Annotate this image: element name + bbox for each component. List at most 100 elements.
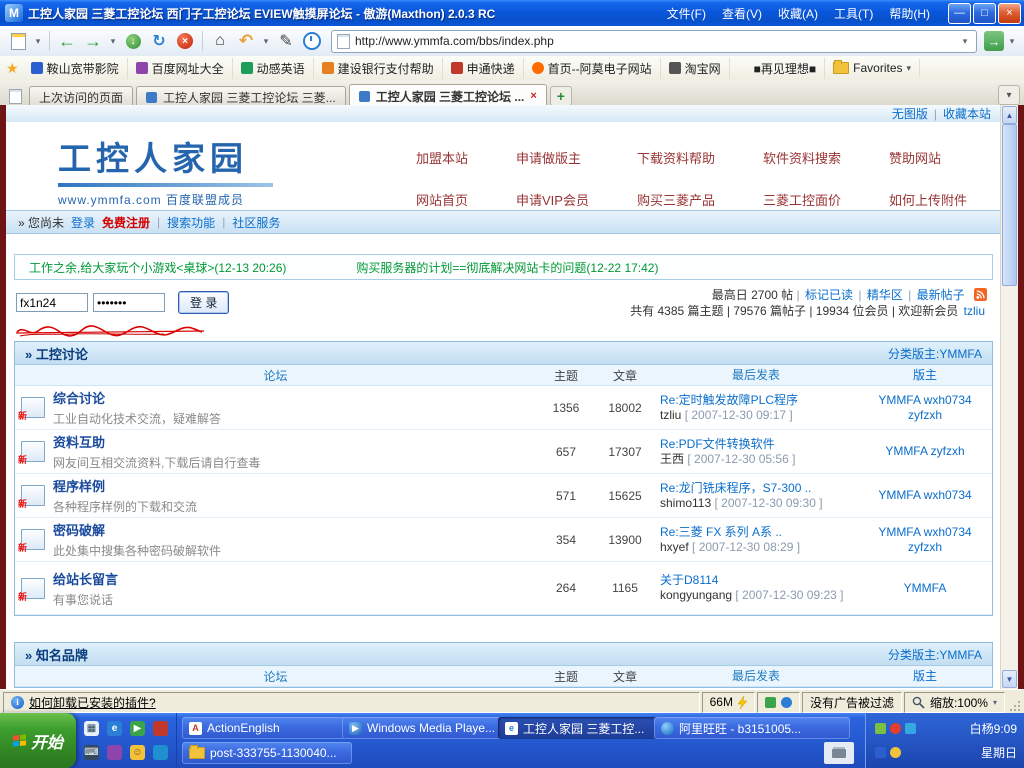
nav-link-upload-help[interactable]: 如何上传附件 <box>889 190 967 209</box>
tray-icon-yellow[interactable] <box>890 747 901 758</box>
moderators-links[interactable]: YMMFA wxh0734 zyfzxh <box>858 391 992 425</box>
zoom-panel[interactable]: 缩放:100% ▾ <box>904 692 1005 713</box>
menu-view[interactable]: 查看(V) <box>714 2 770 25</box>
forward-icon[interactable]: → <box>81 29 105 53</box>
menu-file[interactable]: 文件(F) <box>659 2 714 25</box>
task-forum-active[interactable]: e 工控人家园 三菱工控... <box>498 717 664 739</box>
qq-icon[interactable] <box>153 745 168 760</box>
task-aliwangwang[interactable]: 阿里旺旺 - b3151005... <box>654 717 850 739</box>
maximize-button[interactable]: □ <box>973 3 996 24</box>
digest-link[interactable]: 精华区 <box>867 288 903 302</box>
rss-icon[interactable] <box>974 288 987 301</box>
nav-link-buy-mitsubishi[interactable]: 购买三菱产品 <box>637 190 715 209</box>
section-moderator-link[interactable]: 分类版主:YMMFA <box>888 646 982 663</box>
media-player-quicklaunch-icon[interactable]: ▶ <box>130 721 145 736</box>
close-button[interactable]: × <box>998 3 1021 24</box>
tab-forum-1[interactable]: 工控人家园 三菱工控论坛 三菱... <box>136 86 346 107</box>
address-dropdown-icon[interactable]: ▾ <box>959 29 971 53</box>
bookmark-item[interactable]: 建设银行支付帮助 <box>314 58 443 79</box>
download-icon[interactable]: ↓ <box>121 29 145 53</box>
bookmark-item[interactable]: 申通快递 <box>443 58 524 79</box>
lastpost-author[interactable]: tzliu <box>660 408 681 422</box>
favorites-star-icon[interactable]: ★ <box>6 60 19 77</box>
minimize-button[interactable]: — <box>948 3 971 24</box>
bookmark-item[interactable]: 首页--阿莫电子网站 <box>524 58 661 79</box>
proxy-icon[interactable] <box>781 697 792 708</box>
bookmark-item-taobao[interactable]: 淘宝网 <box>661 58 730 79</box>
vertical-scrollbar[interactable]: ▲ ▼ <box>1000 105 1018 689</box>
section-moderator-link[interactable]: 分类版主:YMMFA <box>888 345 982 362</box>
nav-link-price[interactable]: 三菱工控面价 <box>763 190 841 209</box>
scroll-down-icon[interactable]: ▼ <box>1002 670 1017 688</box>
forum-link[interactable]: 密码破解 <box>53 523 105 538</box>
go-dropdown-icon[interactable]: ▾ <box>1006 29 1018 53</box>
plugin-help-link[interactable]: 如何卸载已安装的插件? <box>29 694 156 711</box>
menu-tools[interactable]: 工具(T) <box>826 2 881 25</box>
tray-day[interactable]: 星期日 <box>981 744 1017 761</box>
register-link[interactable]: 免费注册 <box>102 214 150 231</box>
lastpost-author[interactable]: hxyef <box>660 540 689 554</box>
nav-link-vip[interactable]: 申请VIP会员 <box>516 190 589 209</box>
smiley-icon[interactable]: ☺ <box>130 745 145 760</box>
fill-form-icon[interactable]: ✎ <box>274 29 298 53</box>
tray-clock[interactable]: 白杨9:09 <box>970 720 1017 737</box>
messenger-icon[interactable] <box>107 745 122 760</box>
nav-link-apply-mod[interactable]: 申请做版主 <box>516 148 589 167</box>
moderators-links[interactable]: YMMFA wxh0734 <box>858 486 992 505</box>
lastpost-link[interactable]: 关于D8114 <box>660 573 852 588</box>
undo-icon[interactable]: ↶ <box>234 29 258 53</box>
address-bar[interactable]: http://www.ymmfa.com/bbs/index.php ▾ <box>331 30 977 53</box>
lastpost-author[interactable]: 王西 <box>660 452 684 466</box>
tab-list-dropdown-icon[interactable]: ▾ <box>998 85 1020 105</box>
nav-link-join[interactable]: 加盟本站 <box>416 148 468 167</box>
nav-link-software-search[interactable]: 软件资料搜索 <box>763 148 841 167</box>
announcement-1[interactable]: 工作之余,给大家玩个小游戏<桌球>(12-13 20:26) <box>29 259 286 276</box>
lastpost-author[interactable]: shimo113 <box>660 496 711 510</box>
printer-tray-button[interactable] <box>824 742 854 764</box>
task-media-player[interactable]: ▶ Windows Media Playe... <box>342 717 508 739</box>
moderators-links[interactable]: YMMFA <box>858 579 992 598</box>
bookmark-item[interactable]: 动感英语 <box>233 58 314 79</box>
refresh-icon[interactable]: ↻ <box>147 29 171 53</box>
nav-link-home[interactable]: 网站首页 <box>416 190 468 209</box>
tray-icon-green[interactable] <box>875 723 886 734</box>
start-button[interactable]: 开始 <box>0 713 76 768</box>
tab-close-icon[interactable]: × <box>530 90 536 102</box>
nav-link-download-help[interactable]: 下载资料帮助 <box>637 148 715 167</box>
lastpost-author[interactable]: kongyungang <box>660 588 732 602</box>
security-quicklaunch-icon[interactable] <box>153 721 168 736</box>
login-link[interactable]: 登录 <box>71 214 95 231</box>
info-icon[interactable]: i <box>11 696 24 709</box>
history-clock-icon[interactable] <box>300 29 324 53</box>
boost-lightning-icon[interactable] <box>738 696 747 709</box>
moderators-links[interactable]: YMMFA wxh0734 zyfzxh <box>858 523 992 557</box>
shield-icon[interactable] <box>765 697 776 708</box>
new-tab-dropdown-icon[interactable]: ▾ <box>32 29 44 53</box>
ie-quicklaunch-icon[interactable]: e <box>107 721 122 736</box>
lastpost-link[interactable]: Re:龙门铣床程序，S7-300 .. <box>660 481 852 496</box>
community-service-link[interactable]: 社区服务 <box>232 214 280 231</box>
nav-link-sponsor[interactable]: 赞助网站 <box>889 148 967 167</box>
maxthon-app-icon[interactable]: M <box>5 4 23 22</box>
zoom-dropdown-icon[interactable]: ▾ <box>993 698 997 707</box>
search-function-link[interactable]: 搜索功能 <box>167 214 215 231</box>
bookmark-item[interactable]: 百度网址大全 <box>128 58 233 79</box>
new-tab-button[interactable]: + <box>550 86 572 106</box>
tray-icon-msg[interactable] <box>875 747 886 758</box>
new-tab-icon[interactable] <box>6 29 30 53</box>
go-button[interactable]: → <box>984 31 1004 51</box>
forum-link[interactable]: 程序样例 <box>53 479 105 494</box>
newest-posts-link[interactable]: 最新帖子 <box>917 288 965 302</box>
username-input[interactable] <box>16 293 88 312</box>
task-post-folder[interactable]: post-333755-1130040... <box>182 742 352 764</box>
menu-help[interactable]: 帮助(H) <box>881 2 938 25</box>
address-input[interactable]: http://www.ymmfa.com/bbs/index.php <box>355 34 954 48</box>
new-member-link[interactable]: tzliu <box>964 304 985 318</box>
forum-link[interactable]: 综合讨论 <box>53 391 105 406</box>
tray-icon-red[interactable] <box>890 723 901 734</box>
keyboard-icon[interactable]: ⌨ <box>84 745 99 760</box>
bookmark-item[interactable]: 鞍山宽带影院 <box>23 58 128 79</box>
task-actionenglish[interactable]: A ActionEnglish <box>182 717 352 739</box>
stop-icon[interactable]: × <box>173 29 197 53</box>
tab-forum-active[interactable]: 工控人家园 三菱工控论坛 ... × <box>349 84 547 107</box>
